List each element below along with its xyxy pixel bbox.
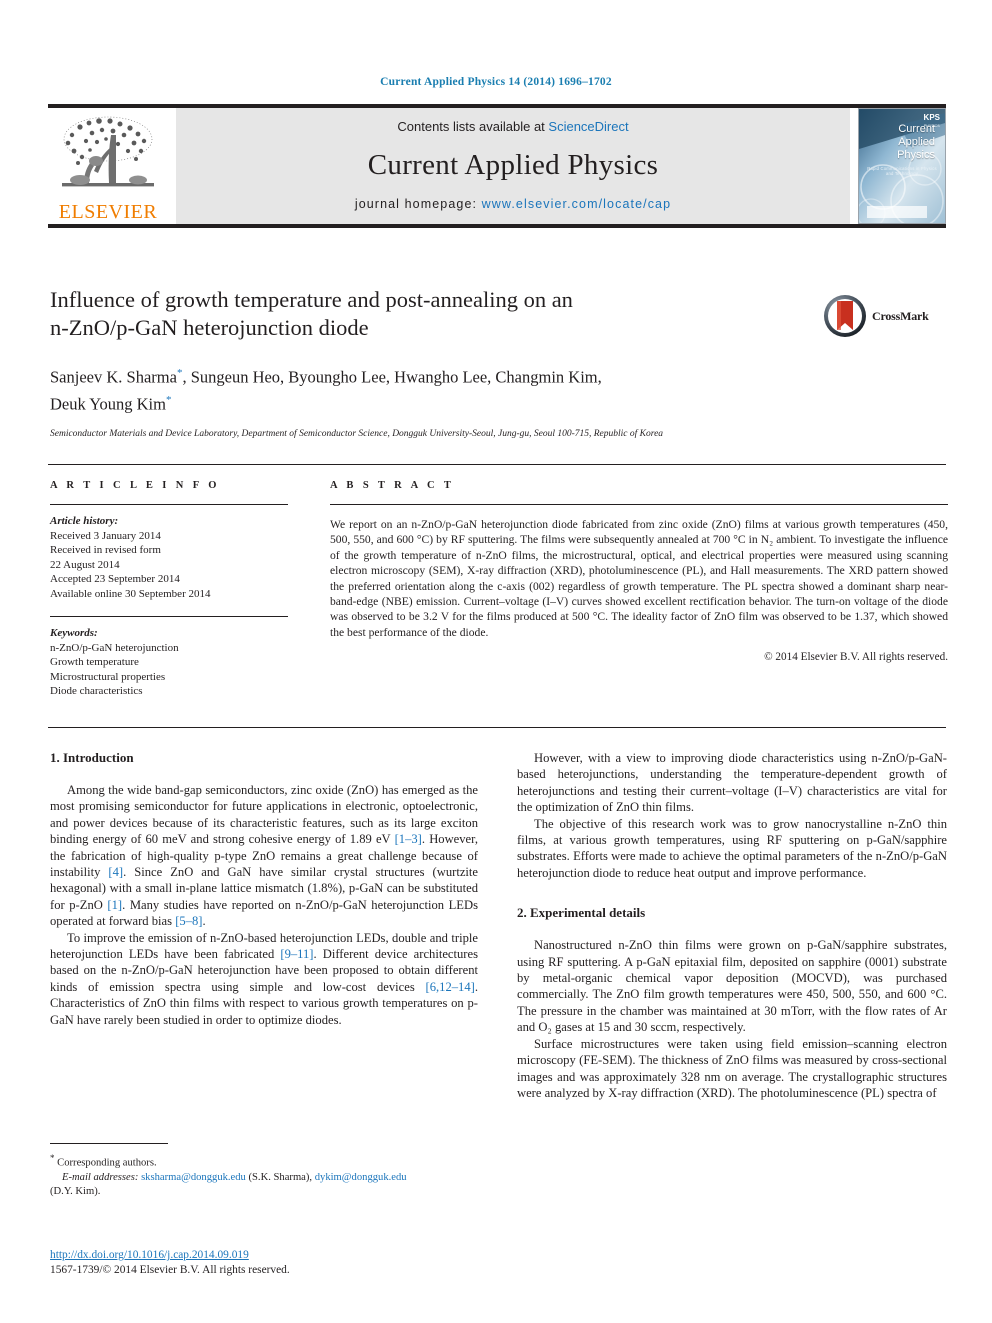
history-item: Available online 30 September 2014 bbox=[50, 587, 211, 600]
citation-ref[interactable]: [5–8] bbox=[175, 914, 202, 928]
crossmark-icon bbox=[824, 295, 866, 337]
abstract-text: We report on an n-ZnO/p-GaN heterojuncti… bbox=[330, 518, 948, 639]
email-link-1[interactable]: sksharma@dongguk.edu bbox=[141, 1172, 246, 1183]
journal-homepage-link[interactable]: www.elsevier.com/locate/cap bbox=[482, 197, 672, 211]
keyword-item: Growth temperature bbox=[50, 656, 139, 668]
issn-copyright: 1567-1739/© 2014 Elsevier B.V. All right… bbox=[50, 1264, 290, 1276]
history-item: Received 3 January 2014 bbox=[50, 529, 161, 542]
citation-ref[interactable]: [1] bbox=[107, 898, 122, 912]
info-rule-top bbox=[48, 464, 946, 465]
cover-footer-block bbox=[867, 206, 927, 218]
paragraph-exp-2: Surface microstructures were taken using… bbox=[517, 1036, 947, 1100]
citation-ref[interactable]: [9–11] bbox=[280, 947, 313, 961]
journal-masthead: ELSEVIER Contents lists available at Sci… bbox=[48, 104, 946, 228]
abstract-heading: A B S T R A C T bbox=[330, 480, 455, 491]
title-line-2: n-ZnO/p-GaN heterojunction diode bbox=[50, 315, 369, 340]
corresponding-text: Corresponding authors. bbox=[57, 1157, 157, 1169]
citation-ref[interactable]: [6,12–14] bbox=[426, 980, 475, 994]
doi-block: http://dx.doi.org/10.1016/j.cap.2014.09.… bbox=[50, 1248, 290, 1278]
footnote-star: * bbox=[50, 1153, 55, 1163]
email-owner-1: (S.K. Sharma), bbox=[245, 1171, 315, 1183]
journal-banner: Contents lists available at ScienceDirec… bbox=[176, 108, 850, 224]
elsevier-tree-icon bbox=[62, 116, 154, 187]
keyword-item: Diode characteristics bbox=[50, 685, 143, 697]
paragraph-intro-2: To improve the emission of n-ZnO-based h… bbox=[50, 930, 478, 1027]
article-info-column: A R T I C L E I N F O Article history: R… bbox=[50, 480, 288, 699]
contents-line: Contents lists available at ScienceDirec… bbox=[397, 119, 628, 134]
journal-cover-thumbnail: KPS PHYSICS Current Applied Physics Rapi… bbox=[858, 108, 946, 224]
info-hairline-2 bbox=[50, 616, 288, 617]
email-owner-2: (D.Y. Kim). bbox=[50, 1185, 101, 1197]
affiliation: Semiconductor Materials and Device Labor… bbox=[50, 429, 664, 439]
info-rule-bottom bbox=[48, 727, 946, 728]
elsevier-logo: ELSEVIER bbox=[48, 108, 168, 224]
body-column-right: However, with a view to improving diode … bbox=[517, 750, 947, 1101]
paragraph-exp-1: Nanostructured n-ZnO thin films were gro… bbox=[517, 938, 947, 1035]
body-column-left: 1. Introduction Among the wide band-gap … bbox=[50, 750, 478, 1028]
running-head: Current Applied Physics 14 (2014) 1696–1… bbox=[380, 76, 612, 88]
info-hairline-1 bbox=[50, 504, 288, 505]
author-rest: , Sungeun Heo, Byoungho Lee, Hwangho Lee… bbox=[182, 367, 602, 387]
sciencedirect-link[interactable]: ScienceDirect bbox=[548, 119, 628, 134]
email-link-2[interactable]: dykim@dongguk.edu bbox=[315, 1172, 407, 1183]
footnote-block: * Corresponding authors. E-mail addresse… bbox=[50, 1143, 480, 1199]
page-title: Influence of growth temperature and post… bbox=[50, 286, 810, 342]
doi-link[interactable]: http://dx.doi.org/10.1016/j.cap.2014.09.… bbox=[50, 1249, 249, 1261]
article-history: Article history: Received 3 January 2014… bbox=[50, 514, 288, 601]
abstract-hairline bbox=[330, 504, 948, 505]
keywords-block: Keywords: n-ZnO/p-GaN heterojunction Gro… bbox=[50, 626, 288, 699]
paragraph-right-1: However, with a view to improving diode … bbox=[517, 751, 947, 815]
elsevier-wordmark: ELSEVIER bbox=[58, 201, 158, 223]
homepage-prefix: journal homepage: bbox=[354, 197, 482, 211]
contents-prefix: Contents lists available at bbox=[397, 119, 549, 134]
section-heading-introduction: 1. Introduction bbox=[50, 750, 134, 765]
abstract-column: A B S T R A C T We report on an n-ZnO/p-… bbox=[330, 480, 948, 663]
history-label: Article history: bbox=[50, 515, 119, 527]
title-block: Influence of growth temperature and post… bbox=[50, 286, 810, 441]
keywords-label: Keywords: bbox=[50, 627, 98, 639]
masthead-rule-bottom bbox=[48, 224, 946, 228]
cover-subtitle: Rapid Communications in Physics and Tech… bbox=[867, 166, 937, 176]
keyword-item: n-ZnO/p-GaN heterojunction bbox=[50, 641, 179, 654]
paragraph-intro-1: Among the wide band-gap semiconductors, … bbox=[50, 783, 479, 929]
crossmark-badge[interactable]: CrossMark bbox=[823, 292, 949, 340]
cover-title: Current Applied Physics bbox=[897, 123, 935, 161]
citation-ref[interactable]: [1–3] bbox=[395, 832, 422, 846]
corresponding-marker-2: * bbox=[165, 393, 172, 406]
footnote-rule bbox=[50, 1143, 168, 1144]
article-info-heading: A R T I C L E I N F O bbox=[50, 480, 220, 491]
abstract-copyright: © 2014 Elsevier B.V. All rights reserved… bbox=[764, 651, 948, 664]
author-primary: Sanjeev K. Sharma bbox=[50, 367, 177, 387]
keyword-item: Microstructural properties bbox=[50, 670, 166, 683]
crossmark-label: CrossMark bbox=[872, 308, 929, 323]
email-label: E-mail addresses: bbox=[62, 1171, 139, 1183]
author-last: Deuk Young Kim bbox=[50, 394, 166, 413]
history-item: Accepted 23 September 2014 bbox=[50, 573, 180, 585]
title-line-1: Influence of growth temperature and post… bbox=[50, 287, 573, 312]
corresponding-author-note: * Corresponding authors. E-mail addresse… bbox=[50, 1151, 480, 1199]
article-first-page: Current Applied Physics 14 (2014) 1696–1… bbox=[0, 0, 992, 1323]
history-item: 22 August 2014 bbox=[50, 558, 120, 571]
author-list: Sanjeev K. Sharma * , Sungeun Heo, Byoungh… bbox=[50, 362, 810, 415]
journal-homepage-line: journal homepage: www.elsevier.com/locat… bbox=[355, 197, 671, 211]
paragraph-right-2: The objective of this research work was … bbox=[517, 816, 947, 880]
journal-title: Current Applied Physics bbox=[367, 149, 659, 181]
citation-ref[interactable]: [4] bbox=[108, 865, 123, 879]
section-heading-experimental: 2. Experimental details bbox=[517, 905, 646, 921]
history-item: Received in revised form bbox=[50, 544, 161, 556]
